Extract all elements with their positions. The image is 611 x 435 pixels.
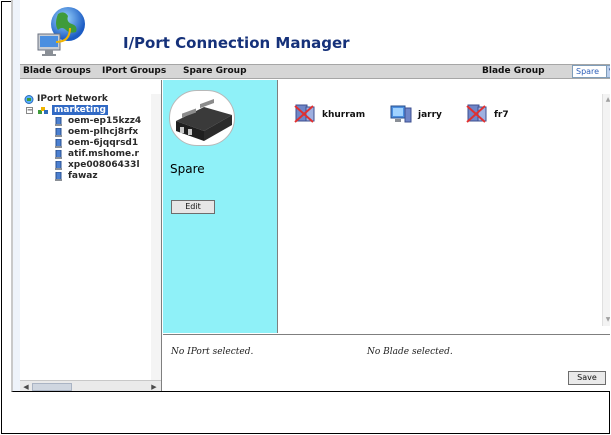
tree-root[interactable]: IPort Network — [24, 94, 141, 105]
scroll-right-icon[interactable]: ▶ — [149, 382, 159, 391]
menu-blade-groups[interactable]: Blade Groups — [23, 66, 91, 76]
scroll-left-icon[interactable]: ◀ — [21, 382, 31, 391]
tree-item-label: oem-6jqqrsd1 — [68, 138, 139, 148]
edit-button[interactable]: Edit — [171, 200, 215, 214]
tree-item[interactable]: oem-ep15kzz4 — [24, 116, 141, 127]
blade-group-value: Spare — [576, 67, 600, 76]
tree-item[interactable]: oem-6jqqrsd1 — [24, 138, 141, 149]
scroll-down-icon[interactable]: ▼ — [603, 315, 610, 325]
collapse-icon[interactable]: − — [26, 107, 33, 114]
app-title: I/Port Connection Manager — [123, 34, 350, 52]
tree-item-label: xpe00806433l — [68, 160, 140, 170]
tree-item[interactable]: xpe00806433l — [24, 160, 141, 171]
network-icon — [24, 95, 34, 104]
window-edge — [13, 0, 20, 391]
tree-item-label: fawaz — [68, 171, 98, 181]
menu-iport-groups[interactable]: IPort Groups — [102, 66, 166, 76]
iport-tree: IPort Network − marketing oem-ep15kzz4 o… — [24, 94, 141, 182]
tree-item[interactable]: oem-plhcj8rfx — [24, 127, 141, 138]
group-panel: Spare Edit — [163, 80, 278, 333]
blade-group-select[interactable]: Spare ▼ — [572, 65, 610, 78]
app-header: I/Port Connection Manager — [20, 0, 610, 64]
iport-device-icon — [55, 117, 62, 126]
tree-item[interactable]: atif.mshome.r — [24, 149, 141, 160]
menu-bar: Blade Groups IPort Groups Spare Group Bl… — [20, 64, 610, 79]
blade-vertical-scrollbar[interactable]: ▲ ▼ — [602, 94, 610, 326]
group-icon — [38, 107, 48, 114]
scroll-thumb[interactable] — [32, 383, 72, 391]
tree-item-label: atif.mshome.r — [68, 149, 139, 159]
blade-panel: khurram jarry fr7 ▲ ▼ — [279, 80, 610, 333]
status-area: No IPort selected. No Blade selected. Sa… — [163, 334, 610, 391]
tree-item-label: oem-plhcj8rfx — [68, 127, 139, 137]
network-globe-logo-icon — [37, 7, 85, 56]
tree-horizontal-scrollbar[interactable]: ◀ ▶ — [20, 380, 161, 391]
blade-label: khurram — [322, 110, 366, 120]
blade-label: fr7 — [494, 110, 509, 120]
blade-server-disabled-icon — [294, 104, 315, 123]
iport-status-text: No IPort selected. — [171, 347, 254, 357]
group-name: Spare — [170, 162, 205, 176]
tree-group-marketing[interactable]: − marketing — [24, 105, 141, 116]
tree-group-label: marketing — [52, 105, 108, 115]
app-window: I/Port Connection Manager Blade Groups I… — [11, 0, 610, 392]
blade-server-disabled-icon — [466, 104, 487, 123]
save-button[interactable]: Save — [568, 371, 606, 385]
blade-label: jarry — [418, 110, 442, 120]
tree-item[interactable]: fawaz — [24, 171, 141, 182]
iport-device-icon — [55, 150, 62, 159]
iport-device-icon — [55, 128, 62, 137]
iport-tree-panel: IPort Network − marketing oem-ep15kzz4 o… — [20, 80, 162, 391]
tree-item-label: oem-ep15kzz4 — [68, 116, 142, 126]
iport-device-icon — [55, 139, 62, 148]
chevron-down-icon[interactable]: ▼ — [606, 66, 610, 77]
group-avatar — [169, 90, 235, 146]
blade-chassis-icon — [176, 98, 232, 141]
iport-device-icon — [55, 161, 62, 170]
iport-device-icon — [55, 172, 62, 181]
tree-vertical-scrollbar[interactable] — [151, 94, 161, 384]
blade-server-icon — [390, 105, 412, 123]
tree-root-label: IPort Network — [37, 94, 108, 104]
menu-spare-group[interactable]: Spare Group — [183, 66, 247, 76]
blade-group-label: Blade Group — [482, 66, 545, 76]
scroll-up-icon[interactable]: ▲ — [603, 95, 610, 105]
blade-status-text: No Blade selected. — [367, 347, 453, 357]
